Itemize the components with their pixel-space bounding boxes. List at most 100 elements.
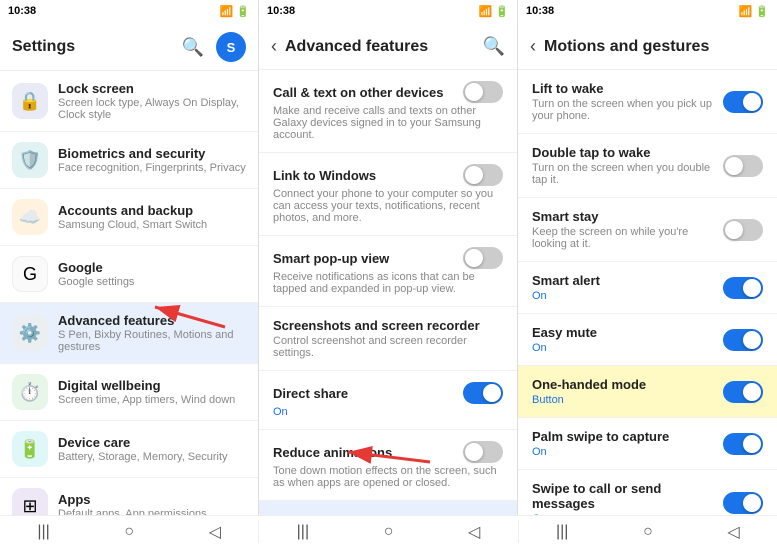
back-button-mid[interactable]: ‹ xyxy=(271,36,277,57)
settings-item-biometrics[interactable]: 🛡️ Biometrics and security Face recognit… xyxy=(0,132,258,189)
settings-item-apps[interactable]: ⊞ Apps Default apps, App permissions xyxy=(0,478,258,515)
advanced-title: Advanced features xyxy=(58,313,246,328)
bottom-nav-mid: ||| ○ ◁ xyxy=(259,516,517,547)
status-icons-mid: 📶 🔋 xyxy=(479,5,509,18)
time-left: 10:38 xyxy=(8,5,36,17)
time-right: 10:38 xyxy=(526,5,554,17)
panel-motions: ‹ Motions and gestures Lift to wake Turn… xyxy=(518,22,777,515)
advanced-icon: ⚙️ xyxy=(12,315,48,351)
doubletap-toggle[interactable] xyxy=(723,155,763,177)
screenshot-sub: Control screenshot and screen recorder s… xyxy=(273,335,503,359)
motions-title: Motions and gestures xyxy=(273,514,407,516)
mid-item-directshare[interactable]: Direct share On xyxy=(259,371,517,430)
devicecare-icon: 🔋 xyxy=(12,431,48,467)
calltext-sub: Make and receive calls and texts on othe… xyxy=(273,105,503,141)
right-item-smartalert[interactable]: Smart alert On xyxy=(518,262,777,314)
google-sub: Google settings xyxy=(58,276,246,288)
lockscreen-icon: 🔒 xyxy=(12,83,48,119)
windows-sub: Connect your phone to your computer so y… xyxy=(273,188,503,224)
lifttowake-toggle[interactable] xyxy=(723,91,763,113)
mid-item-windows[interactable]: Link to Windows Connect your phone to yo… xyxy=(259,153,517,236)
settings-item-google[interactable]: G Google Google settings xyxy=(0,246,258,303)
onehand-toggle[interactable] xyxy=(723,381,763,403)
motions-header: ‹ Motions and gestures xyxy=(518,22,777,70)
smartalert-toggle[interactable] xyxy=(723,277,763,299)
nav-back-right[interactable]: ◁ xyxy=(727,522,739,542)
lifttowake-sub: Turn on the screen when you pick up your… xyxy=(532,98,723,122)
search-icon-mid[interactable]: 🔍 xyxy=(483,36,505,57)
right-item-swipecall[interactable]: Swipe to call or send messages On xyxy=(518,470,777,515)
palmswipe-title: Palm swipe to capture xyxy=(532,429,723,444)
onehand-status: Button xyxy=(532,394,723,406)
mid-item-screenshot[interactable]: Screenshots and screen recorder Control … xyxy=(259,307,517,371)
calltext-toggle[interactable] xyxy=(463,81,503,103)
smartstay-sub: Keep the screen on while you're looking … xyxy=(532,226,723,250)
onehand-title: One-handed mode xyxy=(532,377,723,392)
apps-icon: ⊞ xyxy=(12,488,48,515)
nav-menu-right[interactable]: ||| xyxy=(556,523,568,541)
back-button-right[interactable]: ‹ xyxy=(530,36,536,57)
animations-title: Reduce animations xyxy=(273,445,392,460)
right-item-palmswipe[interactable]: Palm swipe to capture On xyxy=(518,418,777,470)
motions-list: Lift to wake Turn on the screen when you… xyxy=(518,70,777,515)
devicecare-title: Device care xyxy=(58,435,246,450)
nav-home-mid[interactable]: ○ xyxy=(384,523,394,541)
lockscreen-title: Lock screen xyxy=(58,81,246,96)
smartalert-status: On xyxy=(532,290,723,302)
directshare-toggle[interactable] xyxy=(463,382,503,404)
settings-item-advanced[interactable]: ⚙️ Advanced features S Pen, Bixby Routin… xyxy=(0,303,258,364)
nav-back-mid[interactable]: ◁ xyxy=(468,522,480,542)
easymute-status: On xyxy=(532,342,723,354)
bottom-nav-right: ||| ○ ◁ xyxy=(519,516,777,547)
advanced-sub: S Pen, Bixby Routines, Motions and gestu… xyxy=(58,329,246,353)
digitalwellbeing-title: Digital wellbeing xyxy=(58,378,246,393)
advanced-header-title: Advanced features xyxy=(285,38,428,56)
time-mid: 10:38 xyxy=(267,5,295,17)
mid-item-motions[interactable]: Motions and gestures › Manage features r… xyxy=(259,501,517,515)
easymute-toggle[interactable] xyxy=(723,329,763,351)
right-item-doubletap[interactable]: Double tap to wake Turn on the screen wh… xyxy=(518,134,777,198)
digitalwellbeing-icon: ⏱️ xyxy=(12,374,48,410)
right-item-smartstay[interactable]: Smart stay Keep the screen on while you'… xyxy=(518,198,777,262)
mid-item-popup[interactable]: Smart pop-up view Receive notifications … xyxy=(259,236,517,307)
right-item-lifttowake[interactable]: Lift to wake Turn on the screen when you… xyxy=(518,70,777,134)
biometrics-sub: Face recognition, Fingerprints, Privacy xyxy=(58,162,246,174)
nav-home-left[interactable]: ○ xyxy=(124,523,134,541)
windows-title: Link to Windows xyxy=(273,168,376,183)
easymute-title: Easy mute xyxy=(532,325,723,340)
popup-toggle[interactable] xyxy=(463,247,503,269)
profile-avatar[interactable]: S xyxy=(216,32,246,62)
devicecare-sub: Battery, Storage, Memory, Security xyxy=(58,451,246,463)
panel-advanced: ‹ Advanced features 🔍 Call & text on oth… xyxy=(259,22,518,515)
settings-item-devicecare[interactable]: 🔋 Device care Battery, Storage, Memory, … xyxy=(0,421,258,478)
nav-home-right[interactable]: ○ xyxy=(643,523,653,541)
nav-menu-mid[interactable]: ||| xyxy=(297,523,309,541)
smartstay-title: Smart stay xyxy=(532,209,723,224)
right-item-onehand[interactable]: One-handed mode Button xyxy=(518,366,777,418)
nav-menu-left[interactable]: ||| xyxy=(37,523,49,541)
search-icon[interactable]: 🔍 xyxy=(182,37,204,58)
doubletap-sub: Turn on the screen when you double tap i… xyxy=(532,162,723,186)
google-title: Google xyxy=(58,260,246,275)
animations-toggle[interactable] xyxy=(463,441,503,463)
lockscreen-sub: Screen lock type, Always On Display, Clo… xyxy=(58,97,246,121)
digitalwellbeing-sub: Screen time, App timers, Wind down xyxy=(58,394,246,406)
windows-toggle[interactable] xyxy=(463,164,503,186)
popup-title: Smart pop-up view xyxy=(273,251,389,266)
settings-item-lockscreen[interactable]: 🔒 Lock screen Screen lock type, Always O… xyxy=(0,71,258,132)
settings-item-digitalwellbeing[interactable]: ⏱️ Digital wellbeing Screen time, App ti… xyxy=(0,364,258,421)
palmswipe-toggle[interactable] xyxy=(723,433,763,455)
smartstay-toggle[interactable] xyxy=(723,219,763,241)
settings-item-accounts[interactable]: ☁️ Accounts and backup Samsung Cloud, Sm… xyxy=(0,189,258,246)
smartalert-title: Smart alert xyxy=(532,273,723,288)
status-icons-right: 📶 🔋 xyxy=(739,5,769,18)
mid-item-calltext[interactable]: Call & text on other devices Make and re… xyxy=(259,70,517,153)
status-icons-left: 📶 🔋 xyxy=(220,5,250,18)
calltext-title: Call & text on other devices xyxy=(273,85,444,100)
nav-back-left[interactable]: ◁ xyxy=(209,522,221,542)
swipecall-toggle[interactable] xyxy=(723,492,763,514)
settings-header-icons: 🔍 S xyxy=(182,32,246,62)
mid-item-animations[interactable]: Reduce animations Tone down motion effec… xyxy=(259,430,517,501)
bottom-nav-bar: ||| ○ ◁ ||| ○ ◁ ||| ○ ◁ xyxy=(0,515,777,547)
right-item-easymute[interactable]: Easy mute On xyxy=(518,314,777,366)
